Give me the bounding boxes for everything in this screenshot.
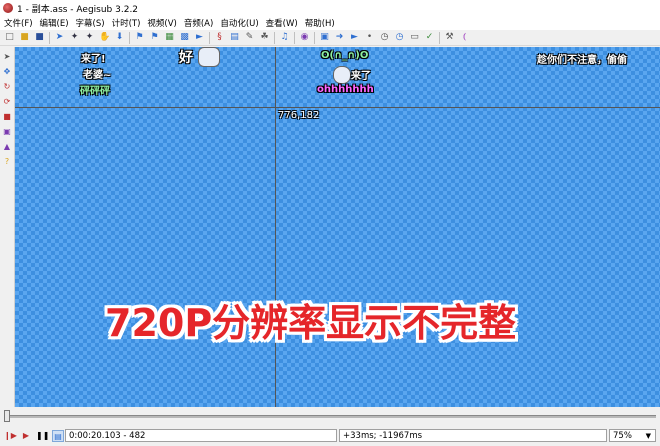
color-icon[interactable]: ► <box>349 32 360 43</box>
wand-2-icon[interactable]: ✦ <box>84 32 95 43</box>
clip-vector-icon[interactable]: ▲ <box>2 142 12 152</box>
main-toolbar: □ ■ ■ ➤ ✦ ✦ ✋ ⬇ ⚑ ⚑ ▦ ▩ ► § ▤ ✎ ☘ ♫ ◉ ▣ … <box>0 30 660 46</box>
menu-subtitle[interactable]: 字幕(S) <box>72 17 108 29</box>
emoji-sticker-icon <box>333 66 351 84</box>
cursor-coordinate-readout: 776,182 <box>278 110 320 121</box>
menu-help[interactable]: 帮助(H) <box>301 17 338 29</box>
tags-icon[interactable]: ⦅ <box>459 32 470 43</box>
move-tool-icon[interactable]: ✥ <box>2 67 12 77</box>
play-line-icon[interactable]: ❙▶ <box>4 430 17 442</box>
menu-automation[interactable]: 自动化(U) <box>216 17 261 29</box>
crosshair-vertical <box>275 47 276 407</box>
arrow-icon[interactable]: ⬇ <box>114 32 125 43</box>
subtitle-line: 来了! <box>81 54 106 65</box>
autoscroll-toggle-icon[interactable]: ▤ <box>52 429 64 442</box>
rotate-xy-icon[interactable]: ⟳ <box>2 97 12 107</box>
toolbar-separator <box>209 31 210 44</box>
emoji-sticker-icon <box>198 47 220 67</box>
menu-video[interactable]: 视频(V) <box>143 17 179 29</box>
menu-bar: 文件(F) 编辑(E) 字幕(S) 计时(T) 视频(V) 音频(A) 自动化(… <box>0 16 660 30</box>
zoom-select[interactable]: 75% ▼ <box>609 429 656 442</box>
flag-blue-icon[interactable]: ⚑ <box>134 32 145 43</box>
menu-file[interactable]: 文件(F) <box>0 17 36 29</box>
toolbar-separator <box>129 31 130 44</box>
menu-edit[interactable]: 编辑(E) <box>36 17 72 29</box>
subtitle-line: 老婆~ <box>83 70 112 81</box>
karaoke-icon[interactable]: ♫ <box>279 32 290 43</box>
playback-controls: ❙▶ ▶ ❚❚ ▤ 0:00:20.103 - 482 +33ms; -1196… <box>0 425 660 446</box>
timer-icon[interactable]: ◷ <box>379 32 390 43</box>
play-arrow-icon[interactable]: ➜ <box>334 32 345 43</box>
check-icon[interactable]: ✓ <box>424 32 435 43</box>
clock-icon[interactable]: ◷ <box>394 32 405 43</box>
menu-view[interactable]: 查看(W) <box>262 17 301 29</box>
aegisub-app-icon <box>3 3 13 13</box>
chevron-down-icon: ▼ <box>645 432 651 440</box>
subtitle-line: 来了 <box>351 71 371 82</box>
flag-blue-2-icon[interactable]: ⚑ <box>149 32 160 43</box>
wand-icon[interactable]: ✦ <box>69 32 80 43</box>
styles-icon[interactable]: ▩ <box>179 32 190 43</box>
seek-thumb[interactable] <box>4 410 10 422</box>
subtitle-line: O(∩_∩)O <box>321 50 369 61</box>
toolbar-separator <box>294 31 295 44</box>
zoom-value: 75% <box>613 431 632 441</box>
toolbar-separator <box>49 31 50 44</box>
dot-icon[interactable]: • <box>364 32 375 43</box>
toolbar-separator <box>314 31 315 44</box>
crosshair-horizontal <box>15 107 660 108</box>
automation-icon[interactable]: § <box>214 32 225 43</box>
video-display[interactable]: 776,182 来了! 老婆~ 砰砰砰 好 O(∩_∩)O 来了 ohhhhhh… <box>15 47 660 407</box>
help-icon[interactable]: ? <box>2 157 12 167</box>
time-frame-display[interactable]: 0:00:20.103 - 482 <box>65 429 337 442</box>
play-icon[interactable]: ▶ <box>20 430 32 442</box>
toolbar-separator <box>439 31 440 44</box>
subtitle-line: 砰砰砰 <box>80 86 110 97</box>
subtitle-offset-display: +33ms; -11967ms <box>339 429 607 442</box>
properties-icon[interactable]: ▦ <box>164 32 175 43</box>
video-detach-icon[interactable]: ◉ <box>299 32 310 43</box>
title-bar: 1 - 副本.ass - Aegisub 3.2.2 <box>0 0 660 16</box>
hammer-icon[interactable]: ⚒ <box>444 32 455 43</box>
subtitle-line: 好 <box>179 50 193 66</box>
visual-tools-bar: ➤ ✥ ↻ ⟳ ■ ▣ ▲ ? <box>0 47 15 407</box>
toolbar-separator <box>274 31 275 44</box>
jump-arrow-icon[interactable]: ➤ <box>54 32 65 43</box>
clip-rect-icon[interactable]: ▣ <box>2 127 12 137</box>
pause-icon[interactable]: ❚❚ <box>36 430 49 442</box>
seek-track[interactable] <box>4 415 656 418</box>
menu-audio[interactable]: 音频(A) <box>180 17 216 29</box>
hand-tool-icon[interactable]: ✋ <box>99 32 110 43</box>
spellcheck-icon[interactable]: ☘ <box>259 32 270 43</box>
attachments-icon[interactable]: ► <box>194 32 205 43</box>
drag-tool-icon[interactable]: ➤ <box>2 52 12 62</box>
fonts-icon[interactable]: ▭ <box>409 32 420 43</box>
subtitle-line: ohhhhhhh <box>317 84 374 95</box>
rotate-z-icon[interactable]: ↻ <box>2 82 12 92</box>
save-file-icon[interactable]: ■ <box>34 32 45 43</box>
subtitle-line: 趁你们不注意，偷偷 <box>537 55 627 66</box>
overlay-caption: 720P分辨率显示不完整 <box>105 301 517 345</box>
video-frame-icon[interactable]: ▣ <box>319 32 330 43</box>
paint-icon[interactable]: ✎ <box>244 32 255 43</box>
video-seek-bar[interactable] <box>0 408 660 424</box>
scale-icon[interactable]: ■ <box>2 112 12 122</box>
window-title: 1 - 副本.ass - Aegisub 3.2.2 <box>17 4 139 15</box>
translate-icon[interactable]: ▤ <box>229 32 240 43</box>
new-file-icon[interactable]: □ <box>4 32 15 43</box>
menu-timing[interactable]: 计时(T) <box>108 17 144 29</box>
open-file-icon[interactable]: ■ <box>19 32 30 43</box>
